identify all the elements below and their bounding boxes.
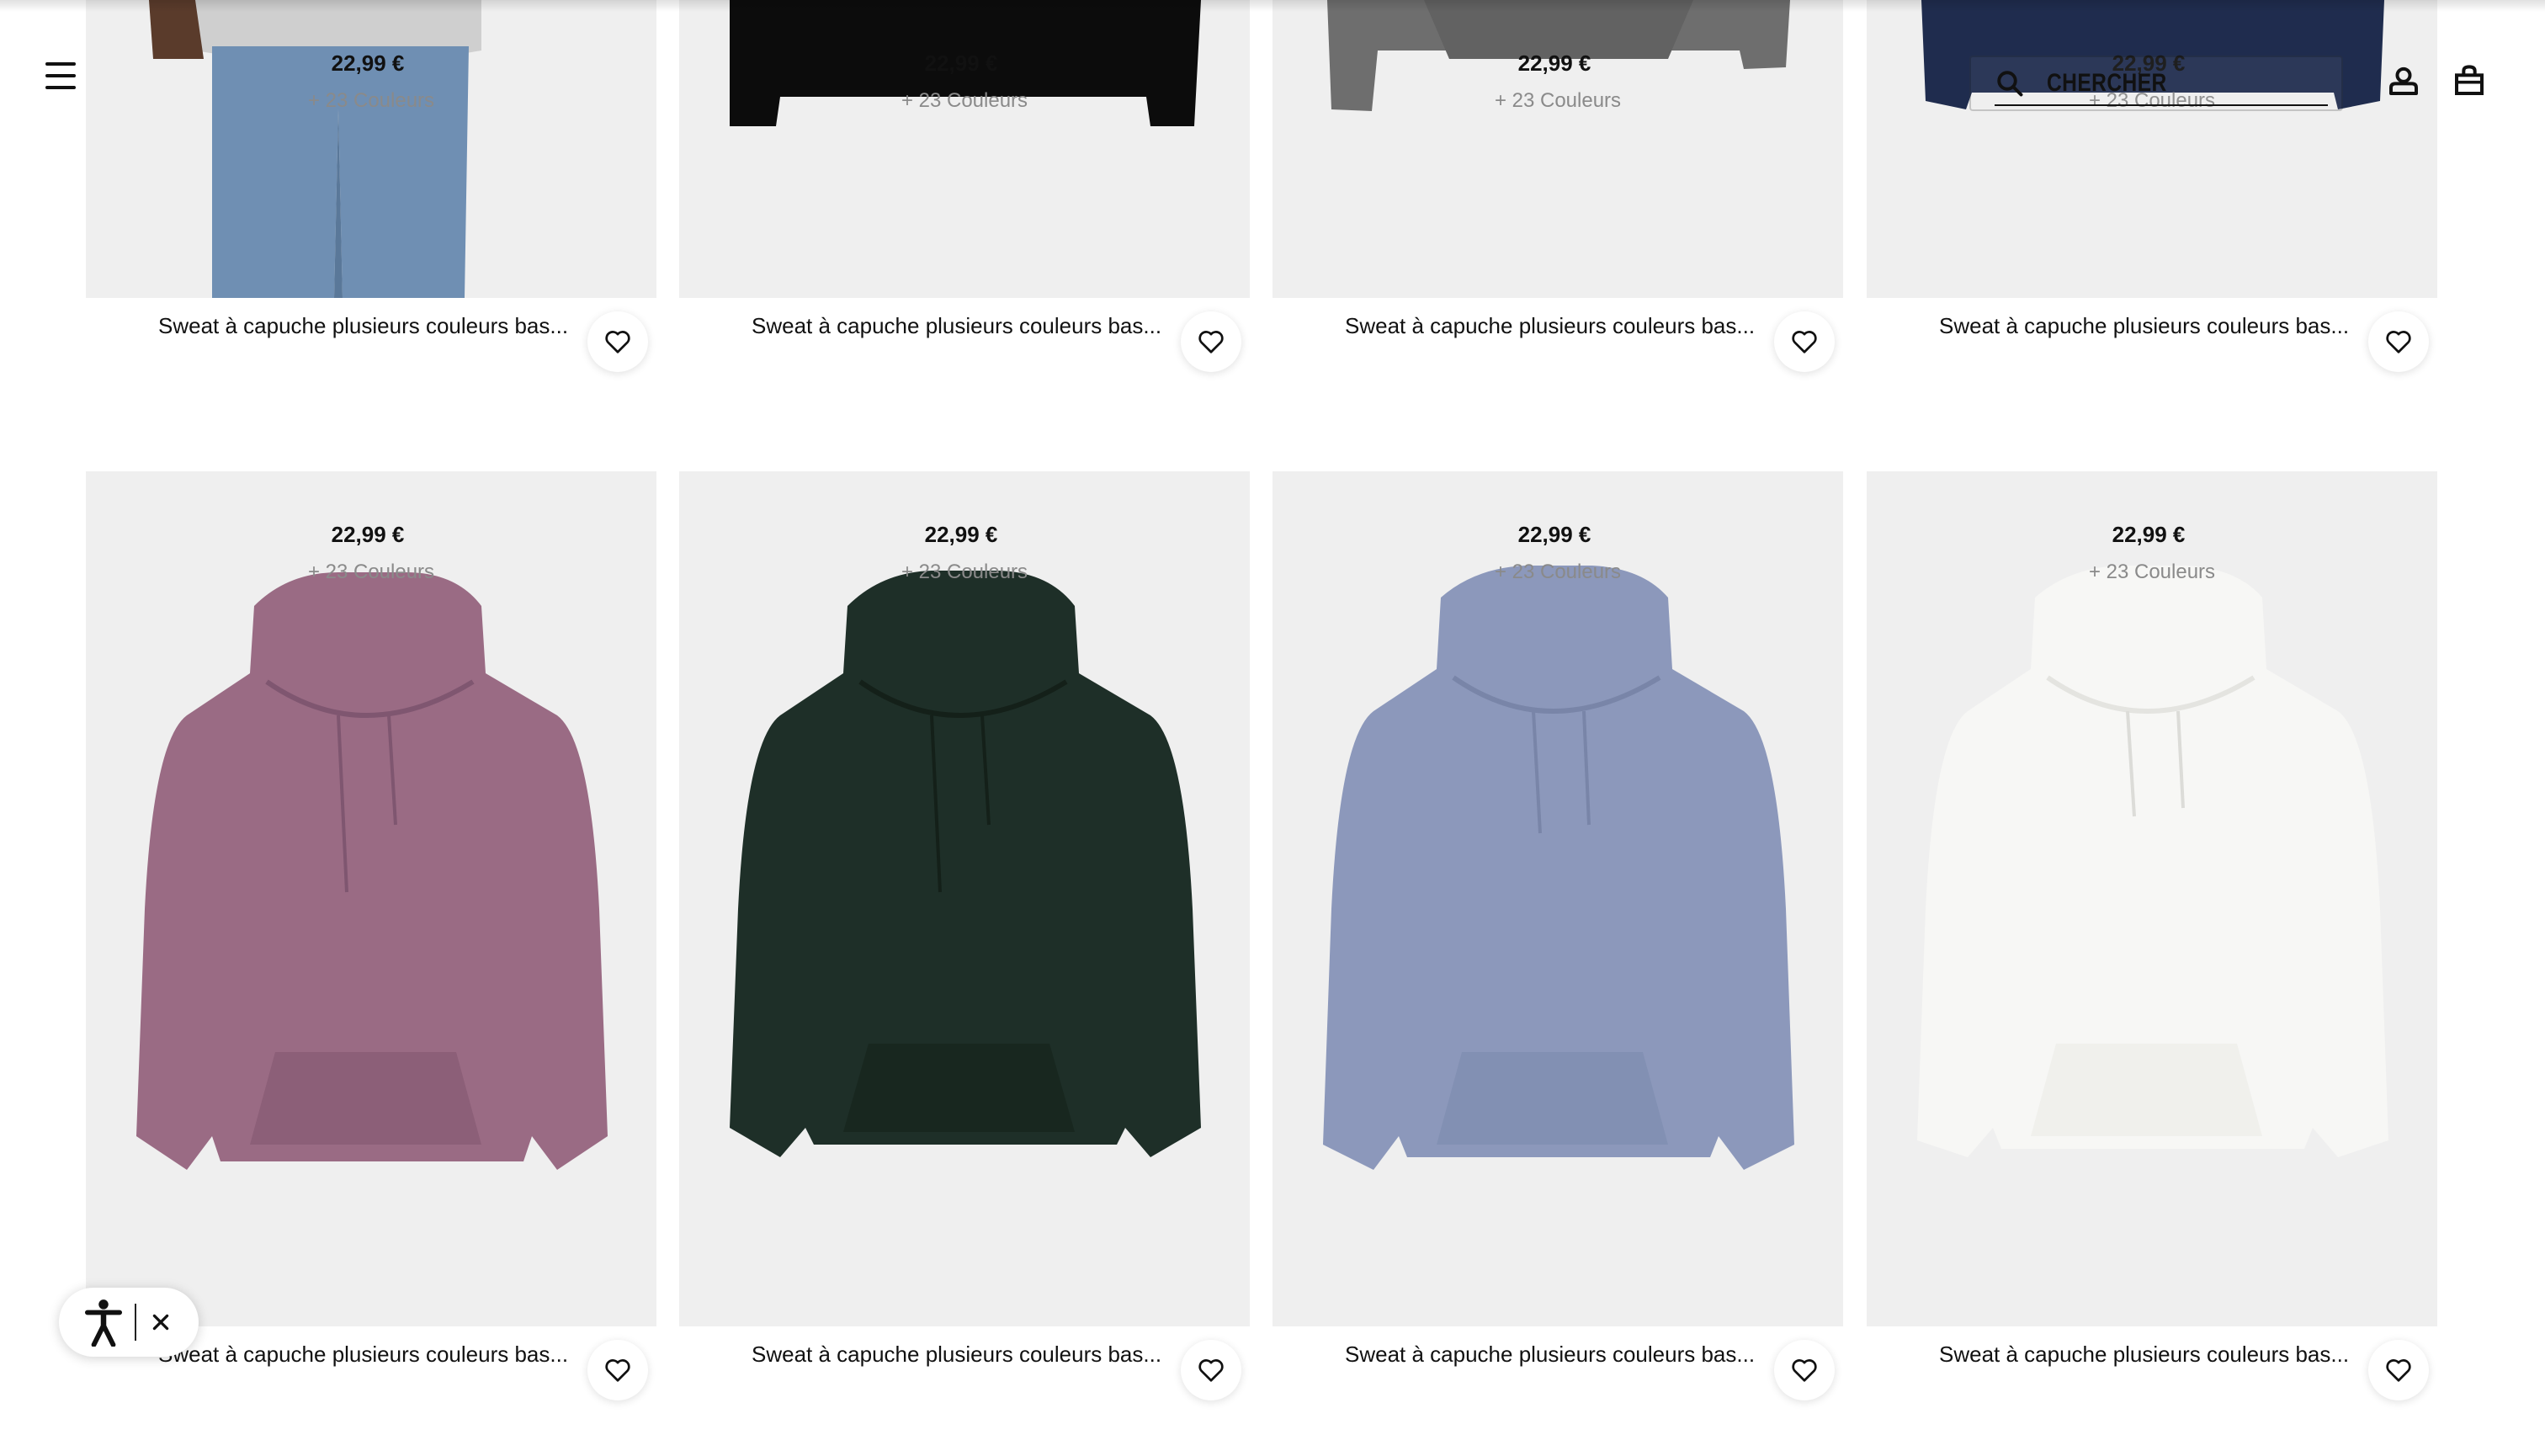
product-card[interactable]: Sweat à capuche plusieurs couleurs bas..… xyxy=(1272,471,1843,1400)
product-title[interactable]: Sweat à capuche plusieurs couleurs bas..… xyxy=(1939,313,2360,339)
wishlist-button[interactable] xyxy=(2368,311,2429,372)
product-colors-count[interactable]: + 23 Couleurs xyxy=(1272,561,1843,584)
heart-icon xyxy=(1198,331,1224,353)
heart-icon xyxy=(2386,1359,2411,1382)
product-image[interactable] xyxy=(679,0,1250,298)
product-card[interactable]: Sweat à capuche plusieurs couleurs bas..… xyxy=(86,471,656,1400)
search-input[interactable]: CHERCHER xyxy=(1969,56,2343,111)
shopping-bag-icon[interactable] xyxy=(2452,64,2486,98)
wishlist-button[interactable] xyxy=(1774,311,1835,372)
product-price: 22,99 € xyxy=(1517,522,1591,547)
product-title[interactable]: Sweat à capuche plusieurs couleurs bas..… xyxy=(1345,1342,1766,1368)
product-price: 22,99 € xyxy=(1517,50,1591,76)
search-icon xyxy=(1997,71,2023,97)
search-underline xyxy=(1995,104,2328,106)
user-icon[interactable] xyxy=(2387,64,2420,98)
product-card[interactable]: Sweat à capuche plusieurs couleurs bas..… xyxy=(679,0,1250,372)
product-price: 22,99 € xyxy=(924,50,998,76)
heart-icon xyxy=(1792,1359,1817,1382)
heart-icon xyxy=(605,1359,630,1382)
product-image[interactable] xyxy=(1272,471,1843,1326)
heart-icon xyxy=(1198,1359,1224,1382)
product-image[interactable] xyxy=(1867,0,2437,298)
heart-icon xyxy=(605,331,630,353)
product-colors-count[interactable]: + 23 Couleurs xyxy=(1272,89,1843,113)
product-colors-count[interactable]: + 23 Couleurs xyxy=(679,561,1250,584)
product-colors-count[interactable]: + 23 Couleurs xyxy=(86,561,656,584)
wishlist-button[interactable] xyxy=(1181,311,1241,372)
product-image[interactable] xyxy=(1272,0,1843,298)
product-card[interactable]: Sweat à capuche plusieurs couleurs bas..… xyxy=(1867,471,2437,1400)
hamburger-menu-icon[interactable] xyxy=(44,59,77,93)
product-colors-count[interactable]: + 23 Couleurs xyxy=(1867,561,2437,584)
product-title[interactable]: Sweat à capuche plusieurs couleurs bas..… xyxy=(158,313,579,339)
heart-icon xyxy=(1792,331,1817,353)
product-card[interactable]: Sweat à capuche plusieurs couleurs bas..… xyxy=(1272,0,1843,372)
header-shadow xyxy=(0,0,2545,12)
wishlist-button[interactable] xyxy=(1181,1340,1241,1400)
widget-divider xyxy=(135,1304,136,1341)
product-price: 22,99 € xyxy=(331,50,405,76)
product-card[interactable]: Sweat à capuche plusieurs couleurs bas..… xyxy=(86,0,656,372)
product-price: 22,99 € xyxy=(2112,522,2186,547)
wishlist-button[interactable] xyxy=(587,311,648,372)
wishlist-button[interactable] xyxy=(587,1340,648,1400)
heart-icon xyxy=(2386,331,2411,353)
product-grid: Sweat à capuche plusieurs couleurs bas..… xyxy=(0,0,2545,1456)
product-title[interactable]: Sweat à capuche plusieurs couleurs bas..… xyxy=(752,313,1172,339)
close-icon[interactable] xyxy=(150,1311,172,1333)
product-image[interactable] xyxy=(679,471,1250,1326)
accessibility-person-icon[interactable] xyxy=(84,1298,123,1347)
product-card[interactable]: Sweat à capuche plusieurs couleurs bas..… xyxy=(679,471,1250,1400)
product-image[interactable] xyxy=(86,0,656,298)
product-colors-count[interactable]: + 23 Couleurs xyxy=(679,89,1250,113)
product-image[interactable] xyxy=(86,471,656,1326)
accessibility-widget[interactable] xyxy=(59,1288,199,1357)
product-price: 22,99 € xyxy=(924,522,998,547)
product-price: 22,99 € xyxy=(331,522,405,547)
search-placeholder: CHERCHER xyxy=(2047,69,2167,97)
wishlist-button[interactable] xyxy=(1774,1340,1835,1400)
product-colors-count[interactable]: + 23 Couleurs xyxy=(86,89,656,113)
product-title[interactable]: Sweat à capuche plusieurs couleurs bas..… xyxy=(752,1342,1172,1368)
product-card[interactable]: Sweat à capuche plusieurs couleurs bas..… xyxy=(1867,0,2437,372)
product-image[interactable] xyxy=(1867,471,2437,1326)
product-title[interactable]: Sweat à capuche plusieurs couleurs bas..… xyxy=(158,1342,579,1368)
product-title[interactable]: Sweat à capuche plusieurs couleurs bas..… xyxy=(1939,1342,2360,1368)
product-title[interactable]: Sweat à capuche plusieurs couleurs bas..… xyxy=(1345,313,1766,339)
wishlist-button[interactable] xyxy=(2368,1340,2429,1400)
